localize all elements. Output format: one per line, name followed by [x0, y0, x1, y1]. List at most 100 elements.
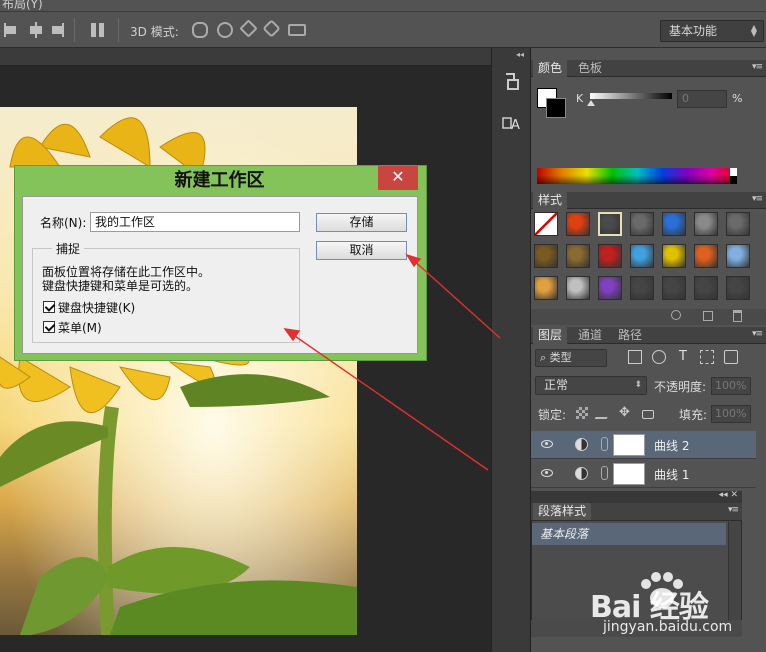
k-unit: %: [732, 92, 743, 105]
style-swatch[interactable]: [694, 276, 718, 300]
panel-menu-icon[interactable]: ▾≡: [752, 194, 763, 204]
style-swatch[interactable]: [662, 276, 686, 300]
curves-adjustment-icon: [575, 438, 588, 451]
smart-object-filter-icon[interactable]: [724, 350, 738, 364]
lock-all-icon[interactable]: [642, 410, 654, 419]
style-swatch[interactable]: [598, 276, 622, 300]
layer-name[interactable]: 曲线 1: [654, 466, 689, 483]
lock-move-icon[interactable]: ✥: [619, 406, 631, 419]
svg-text:A: A: [511, 118, 520, 133]
opacity-input[interactable]: 100%: [711, 377, 751, 395]
chevron-updown-icon: ▲ ▼: [750, 23, 757, 38]
workspace-name-input[interactable]: 我的工作区: [90, 212, 300, 232]
color-spectrum-bar[interactable]: [537, 168, 737, 184]
eye-icon[interactable]: [541, 469, 553, 477]
layer-row[interactable]: 曲线 1: [531, 460, 756, 488]
black-white-swatch[interactable]: [730, 168, 737, 184]
style-swatch[interactable]: [598, 244, 622, 268]
lock-transparent-icon[interactable]: [576, 407, 588, 419]
curves-adjustment-icon: [575, 467, 588, 480]
keyboard-shortcuts-label[interactable]: 键盘快捷键(K): [58, 299, 135, 316]
style-swatch[interactable]: [726, 212, 750, 236]
new-style-icon[interactable]: [703, 311, 713, 321]
menu-item-layout[interactable]: 布局(Y): [2, 0, 43, 11]
layer-mask-thumbnail[interactable]: [613, 463, 645, 485]
layer-name[interactable]: 曲线 2: [654, 437, 689, 454]
panel-grip[interactable]: ◂◂ ✕: [531, 490, 742, 503]
style-swatch[interactable]: [694, 212, 718, 236]
character-panel-icon[interactable]: A: [500, 112, 524, 134]
style-swatch[interactable]: [566, 276, 590, 300]
collapse-close-icons[interactable]: ◂◂ ✕: [719, 490, 738, 500]
align-center-h-icon[interactable]: [28, 21, 44, 39]
workspace-select[interactable]: 基本功能 ▲ ▼: [660, 20, 764, 42]
slider-thumb-icon[interactable]: [587, 100, 595, 106]
tab-styles[interactable]: 样式: [533, 192, 568, 209]
adjustment-filter-icon[interactable]: [652, 350, 666, 364]
3d-roll-icon[interactable]: [217, 22, 233, 38]
document-tab-strip: [0, 48, 491, 66]
dialog-title: 新建工作区: [174, 170, 265, 191]
tab-color[interactable]: 颜色: [533, 60, 568, 77]
style-swatch[interactable]: [694, 244, 718, 268]
k-slider[interactable]: [590, 93, 672, 99]
link-icon[interactable]: [601, 437, 608, 451]
pixel-filter-icon[interactable]: [628, 350, 642, 364]
blend-mode-select[interactable]: 正常 ⬍: [535, 376, 647, 395]
eye-icon[interactable]: [541, 440, 553, 448]
align-left-icon[interactable]: [2, 21, 18, 39]
collapse-arrows-icon[interactable]: ◂◂: [516, 50, 524, 59]
3d-drag-icon[interactable]: [239, 19, 258, 38]
background-color-swatch[interactable]: [546, 98, 566, 118]
type-filter-icon[interactable]: T: [676, 350, 690, 364]
tab-layers[interactable]: 图层: [533, 327, 568, 344]
menus-label[interactable]: 菜单(M): [58, 319, 102, 336]
distribute-icon[interactable]: [90, 21, 106, 39]
save-button[interactable]: 存储: [316, 213, 407, 232]
layer-mask-thumbnail[interactable]: [613, 434, 645, 456]
panel-menu-icon[interactable]: ▾≡: [752, 62, 763, 72]
layer-filter-select[interactable]: ⌕ 类型: [535, 349, 607, 367]
keyboard-shortcuts-checkbox[interactable]: [43, 301, 55, 313]
blend-mode-value: 正常: [544, 378, 569, 392]
style-swatch[interactable]: [534, 276, 558, 300]
style-swatch[interactable]: [630, 276, 654, 300]
list-item[interactable]: 基本段落: [532, 523, 726, 545]
watermark-url: jingyan.baidu.com: [603, 619, 733, 635]
style-swatch[interactable]: [534, 244, 558, 268]
fill-input[interactable]: 100%: [711, 405, 751, 423]
3d-rotate-icon[interactable]: [192, 22, 208, 38]
history-panel-icon[interactable]: [500, 70, 524, 92]
tab-channels[interactable]: 通道: [573, 327, 607, 344]
k-value-input[interactable]: 0: [677, 90, 727, 108]
style-swatch[interactable]: [566, 244, 590, 268]
style-swatch[interactable]: [662, 212, 686, 236]
style-swatch[interactable]: [598, 212, 622, 236]
style-swatch[interactable]: [662, 244, 686, 268]
close-button[interactable]: ✕: [378, 166, 418, 190]
panel-dock-collapsed: ◂◂ A: [491, 48, 531, 652]
panel-menu-icon[interactable]: ▾≡: [728, 505, 739, 515]
cancel-button[interactable]: 取消: [316, 241, 407, 260]
tab-paths[interactable]: 路径: [613, 327, 647, 344]
link-icon[interactable]: [601, 466, 608, 480]
panel-menu-icon[interactable]: ▾≡: [752, 329, 763, 339]
menus-checkbox[interactable]: [43, 321, 55, 333]
capture-description: 键盘快捷键和菜单是可选的。: [42, 279, 199, 293]
chevron-updown-icon: ⬍: [634, 380, 642, 390]
tab-swatches[interactable]: 色板: [573, 60, 607, 77]
no-style-swatch[interactable]: [534, 212, 558, 236]
style-swatch[interactable]: [630, 212, 654, 236]
style-swatch[interactable]: [726, 276, 750, 300]
style-swatch[interactable]: [726, 244, 750, 268]
clear-style-icon[interactable]: [671, 310, 681, 320]
style-swatch[interactable]: [566, 212, 590, 236]
style-swatch[interactable]: [630, 244, 654, 268]
tab-paragraph-styles[interactable]: 段落样式: [533, 503, 592, 520]
align-right-icon[interactable]: [50, 21, 66, 39]
shape-filter-icon[interactable]: [700, 350, 714, 364]
delete-style-icon[interactable]: [733, 310, 742, 322]
3d-camera-icon[interactable]: [288, 24, 306, 36]
3d-slide-icon[interactable]: [262, 19, 281, 38]
layer-row[interactable]: 曲线 2: [531, 431, 756, 459]
